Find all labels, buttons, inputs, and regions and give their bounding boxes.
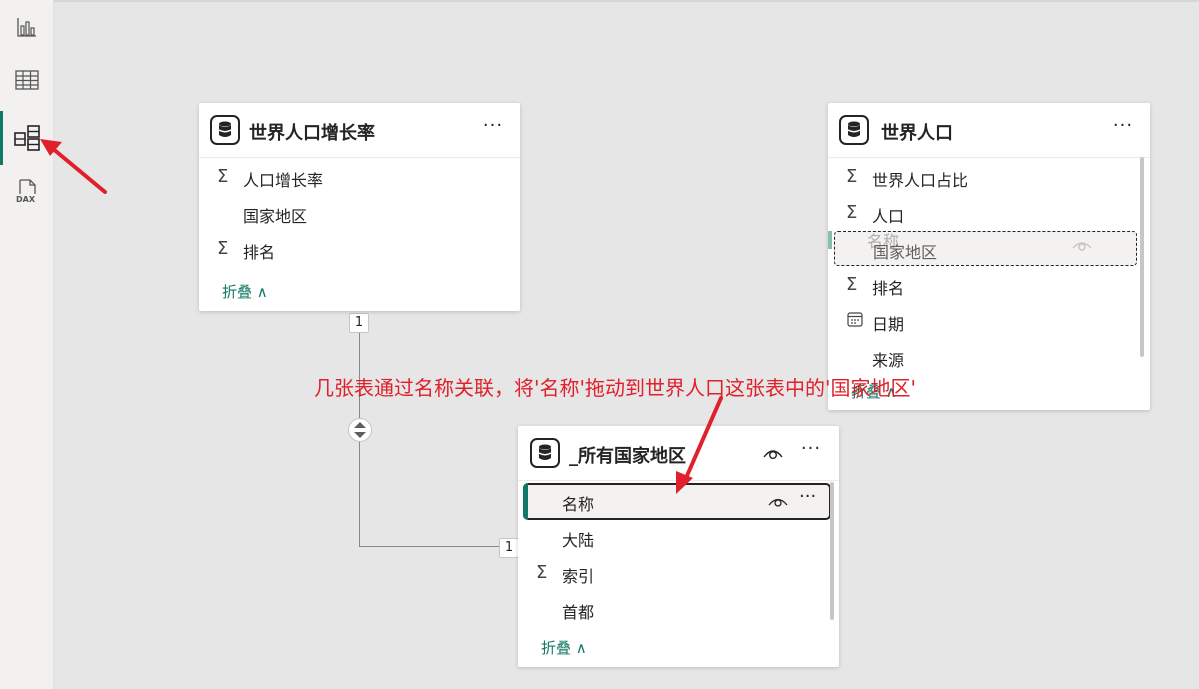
arrow-to-model-view-icon [40,139,107,194]
arrow-to-name-field-icon [676,396,723,494]
annotation-arrows [40,139,723,494]
